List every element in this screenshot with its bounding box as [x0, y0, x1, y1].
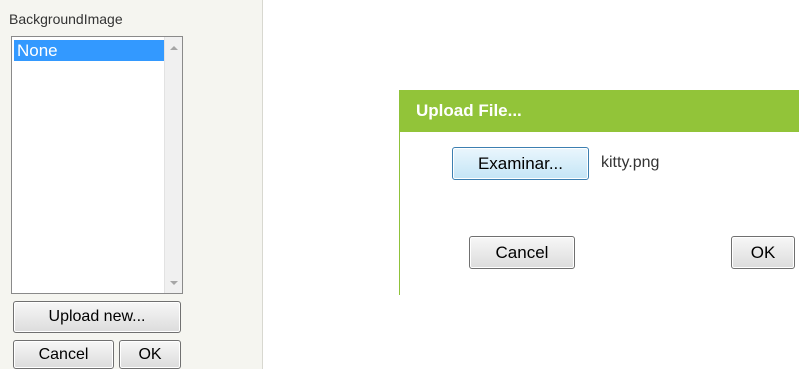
upload-new-button[interactable]: Upload new...: [13, 301, 181, 333]
list-item-none[interactable]: None: [14, 40, 164, 61]
background-image-label: BackgroundImage: [9, 11, 123, 27]
scroll-down-arrow[interactable]: [165, 274, 182, 291]
selected-file-name: kitty.png: [601, 154, 660, 171]
upload-file-dialog: Upload File... Examinar... kitty.png Can…: [399, 90, 799, 295]
scroll-up-arrow[interactable]: [165, 39, 182, 56]
panel-ok-button[interactable]: OK: [119, 340, 181, 369]
chevron-up-icon: [169, 45, 178, 50]
panel-cancel-button[interactable]: Cancel: [13, 340, 114, 369]
listbox-scrollbar[interactable]: [164, 37, 182, 293]
dialog-title: Upload File...: [400, 90, 799, 132]
browse-file-button[interactable]: Examinar...: [452, 147, 589, 180]
background-image-panel: BackgroundImage None Upload new... Cance…: [0, 0, 263, 369]
dialog-ok-button[interactable]: OK: [731, 236, 795, 269]
chevron-down-icon: [169, 280, 178, 285]
screen: BackgroundImage None Upload new... Cance…: [0, 0, 799, 369]
background-image-listbox[interactable]: None: [11, 36, 183, 294]
dialog-cancel-button[interactable]: Cancel: [469, 236, 575, 269]
